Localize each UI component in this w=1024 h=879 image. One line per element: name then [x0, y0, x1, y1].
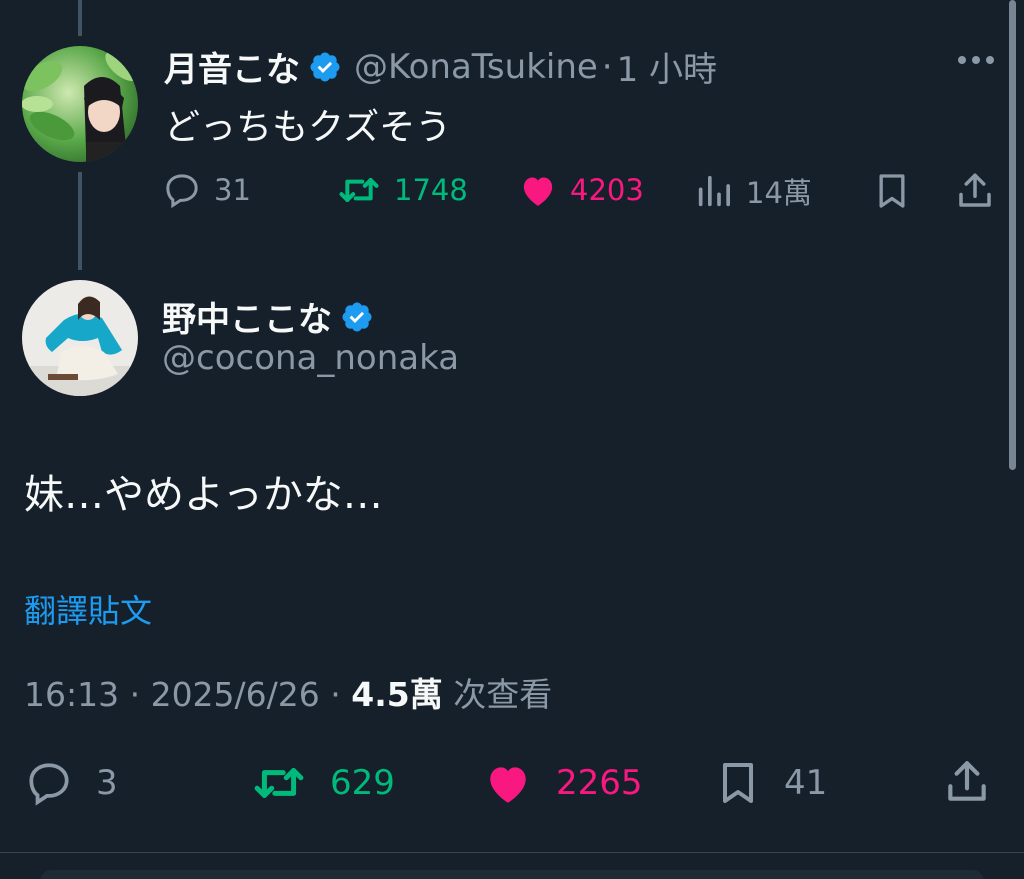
- more-icon[interactable]: [958, 56, 994, 64]
- tweet-view-count: 4.5萬: [351, 675, 443, 714]
- bookmark-icon: [723, 763, 753, 803]
- reply-display-name[interactable]: 月音こな: [164, 42, 300, 91]
- reply-share-button[interactable]: [954, 170, 996, 212]
- reply-views-count: 14萬: [746, 176, 812, 210]
- main-author-avatar[interactable]: [22, 280, 138, 396]
- views-icon: [698, 175, 730, 207]
- reply-like-button[interactable]: 4203: [518, 170, 644, 210]
- separator-dot: ·: [601, 46, 613, 87]
- main-reply-count: 3: [96, 763, 118, 803]
- bookmark-icon: [879, 174, 905, 208]
- main-header: 野中ここな: [162, 292, 374, 341]
- reply-repost-count: 1748: [394, 173, 468, 207]
- translate-post-link[interactable]: 翻譯貼文: [24, 586, 152, 632]
- reply-handle[interactable]: @KonaTsukine: [354, 47, 598, 87]
- thread-line-top: [78, 0, 82, 36]
- tweet-detail-page: 月音こな @KonaTsukine · 1 小時 どっちもクズそう 31 174…: [0, 0, 1024, 879]
- reply-repost-button[interactable]: 1748: [336, 170, 468, 210]
- verified-badge-icon: [340, 300, 374, 334]
- main-repost-count: 629: [330, 763, 395, 803]
- reply-reply-button[interactable]: 31: [162, 170, 251, 210]
- share-icon: [948, 761, 986, 801]
- main-repost-button[interactable]: 629: [250, 758, 395, 808]
- main-like-button[interactable]: 2265: [482, 758, 643, 808]
- share-icon: [959, 173, 991, 207]
- reply-composer-edge[interactable]: [40, 870, 984, 879]
- reply-icon: [166, 174, 198, 209]
- verified-badge-icon: [308, 50, 342, 84]
- main-bookmark-button[interactable]: 41: [714, 756, 827, 810]
- repost-icon: [254, 768, 304, 798]
- reply-bookmark-button[interactable]: [872, 170, 912, 212]
- main-display-name[interactable]: 野中ここな: [162, 292, 332, 341]
- heart-icon: [523, 177, 553, 206]
- main-handle[interactable]: @cocona_nonaka: [162, 338, 459, 378]
- reply-reply-count: 31: [214, 173, 251, 207]
- main-tweet-text: 妹…やめよっかな…: [24, 472, 383, 518]
- thread-line-connector: [78, 172, 82, 270]
- main-like-count: 2265: [556, 763, 643, 803]
- reply-like-count: 4203: [570, 173, 644, 207]
- tweet-timestamp[interactable]: 16:13 · 2025/6/26 ·: [24, 675, 351, 714]
- main-share-button[interactable]: [942, 756, 992, 808]
- repost-icon: [339, 178, 379, 202]
- main-reply-button[interactable]: 3: [24, 758, 118, 808]
- main-bookmark-count: 41: [784, 763, 828, 803]
- reply-author-avatar[interactable]: [22, 46, 138, 162]
- reply-views-button[interactable]: 14萬: [694, 170, 812, 212]
- tweet-view-suffix: 次查看: [442, 675, 553, 714]
- tweet-meta: 16:13 · 2025/6/26 · 4.5萬 次查看: [24, 668, 552, 716]
- heart-icon: [490, 767, 526, 803]
- reply-text: どっちもクズそう: [164, 107, 452, 148]
- divider: [0, 852, 1024, 853]
- reply-time[interactable]: 1 小時: [617, 42, 717, 91]
- reply-header: 月音こな @KonaTsukine · 1 小時: [164, 42, 717, 91]
- scrollbar[interactable]: [1009, 0, 1016, 470]
- reply-icon: [29, 763, 69, 806]
